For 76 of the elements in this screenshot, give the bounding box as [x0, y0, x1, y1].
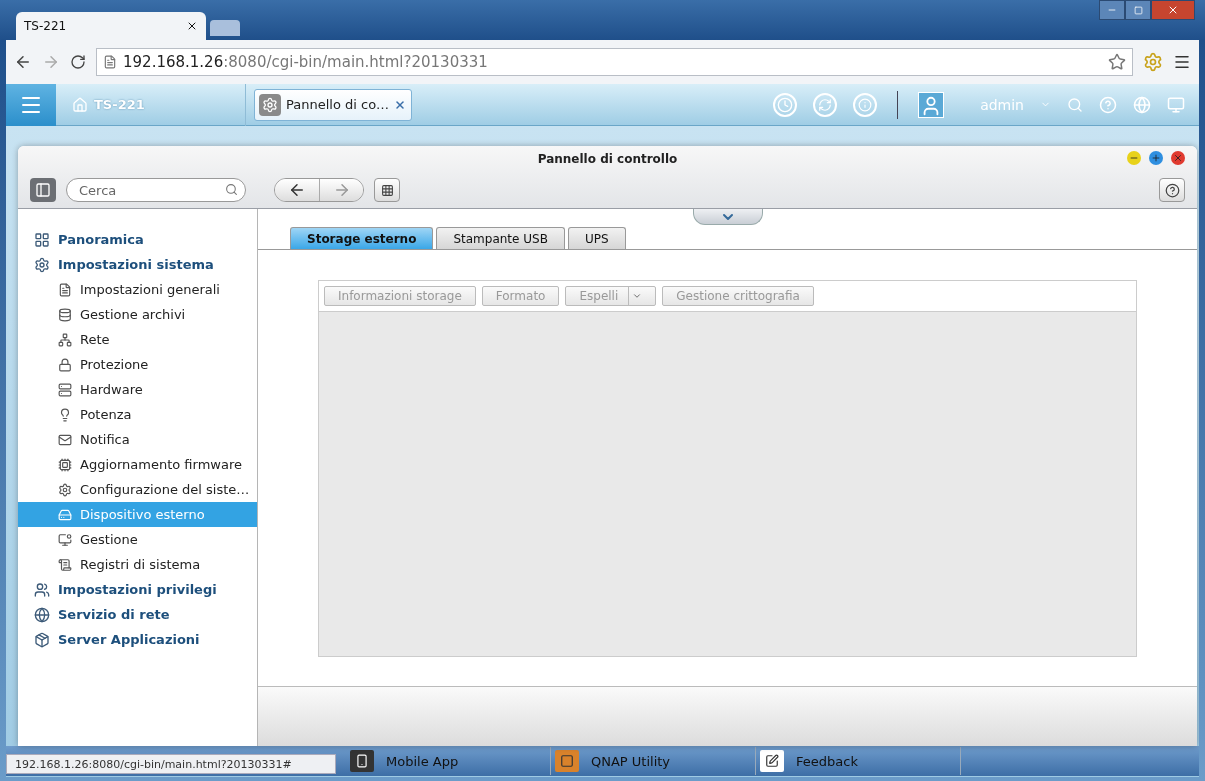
gear-icon: [259, 93, 281, 116]
url-text: 192.168.1.26:8080/cgi-bin/main.html?20130331: [123, 53, 488, 71]
desktop-shortcut[interactable]: QNAP Utility: [551, 747, 756, 775]
item-icon: [58, 482, 72, 497]
reload-icon[interactable]: [70, 54, 86, 70]
status-bar: 192.168.1.26:8080/cgi-bin/main.html?20130331#: [6, 754, 336, 774]
item-icon: [58, 332, 72, 347]
item-icon: [58, 357, 72, 372]
collapse-handle[interactable]: [693, 209, 763, 225]
item-icon: [58, 457, 72, 472]
back-button[interactable]: [275, 179, 319, 201]
close-icon[interactable]: [186, 20, 198, 32]
close-button[interactable]: [1171, 151, 1185, 165]
task-tab[interactable]: Pannello di co…: [254, 88, 412, 121]
page-icon: [103, 55, 117, 69]
plus-icon: [1151, 153, 1161, 163]
item-icon: [58, 282, 72, 297]
maximize-button[interactable]: [1149, 151, 1163, 165]
forward-icon[interactable]: [42, 53, 60, 71]
item-icon: [58, 432, 72, 447]
tab[interactable]: Storage esterno: [290, 227, 434, 249]
item-icon: [58, 557, 72, 572]
item-icon: [58, 307, 72, 322]
browser-tab[interactable]: TS-221: [16, 12, 206, 40]
task-label[interactable]: Pannello di co…: [286, 97, 390, 112]
sidebar-item[interactable]: Server Applicazioni: [18, 627, 257, 652]
category-icon: [34, 581, 50, 598]
sidebar-item[interactable]: Protezione: [18, 352, 257, 377]
tab[interactable]: UPS: [567, 227, 626, 249]
shortcut-icon: [555, 750, 579, 772]
sidebar-item[interactable]: Gestione: [18, 527, 257, 552]
sidebar-item[interactable]: Hardware: [18, 377, 257, 402]
help-button[interactable]: [1159, 178, 1185, 202]
sidebar-item[interactable]: Gestione archivi: [18, 302, 257, 327]
search-field[interactable]: Cerca: [66, 178, 246, 202]
sidebar-item[interactable]: Potenza: [18, 402, 257, 427]
menu-button[interactable]: [6, 83, 56, 126]
sidebar-item[interactable]: Servizio di rete: [18, 602, 257, 627]
help-icon: [1164, 182, 1180, 198]
panel-icon: [35, 182, 51, 198]
sidebar-item[interactable]: Notifica: [18, 427, 257, 452]
minimize-button[interactable]: [1127, 151, 1141, 165]
tab[interactable]: Stampante USB: [436, 227, 565, 249]
maximize-icon[interactable]: [1133, 5, 1143, 15]
category-icon: [34, 256, 50, 273]
back-icon[interactable]: [14, 53, 32, 71]
shortcut-icon: [760, 750, 784, 772]
item-icon: [58, 532, 72, 547]
avatar-icon[interactable]: [918, 91, 945, 118]
star-icon[interactable]: [1108, 53, 1126, 71]
category-icon: [34, 231, 50, 248]
sidebar-toggle-button[interactable]: [30, 178, 56, 202]
category-icon: [34, 606, 50, 623]
address-bar[interactable]: 192.168.1.26:8080/cgi-bin/main.html?20130331: [96, 48, 1133, 76]
search-icon: [225, 183, 238, 196]
sidebar-item[interactable]: Impostazioni generali: [18, 277, 257, 302]
item-icon: [58, 507, 72, 522]
sidebar-item[interactable]: Impostazioni sistema: [18, 252, 257, 277]
shortcut-icon: [350, 750, 374, 772]
window-title: Pannello di controllo: [537, 152, 678, 166]
apps-button[interactable]: [374, 178, 400, 202]
extension-icon[interactable]: [1143, 52, 1163, 72]
category-icon: [34, 631, 50, 648]
sidebar-item[interactable]: Panoramica: [18, 227, 257, 252]
sidebar-item[interactable]: Rete: [18, 327, 257, 352]
sidebar-item[interactable]: Impostazioni privilegi: [18, 577, 257, 602]
desktop-shortcut[interactable]: Mobile App: [346, 747, 551, 775]
grid-icon: [380, 183, 394, 197]
close-icon: [1173, 153, 1183, 163]
menu-icon[interactable]: [1173, 53, 1191, 71]
item-icon: [58, 382, 72, 397]
sidebar-item[interactable]: Aggiornamento firmware: [18, 452, 257, 477]
sidebar-item[interactable]: Registri di sistema: [18, 552, 257, 577]
desktop-shortcut[interactable]: Feedback: [756, 747, 961, 775]
item-icon: [58, 407, 72, 422]
sidebar-item[interactable]: Configurazione del siste…: [18, 477, 257, 502]
